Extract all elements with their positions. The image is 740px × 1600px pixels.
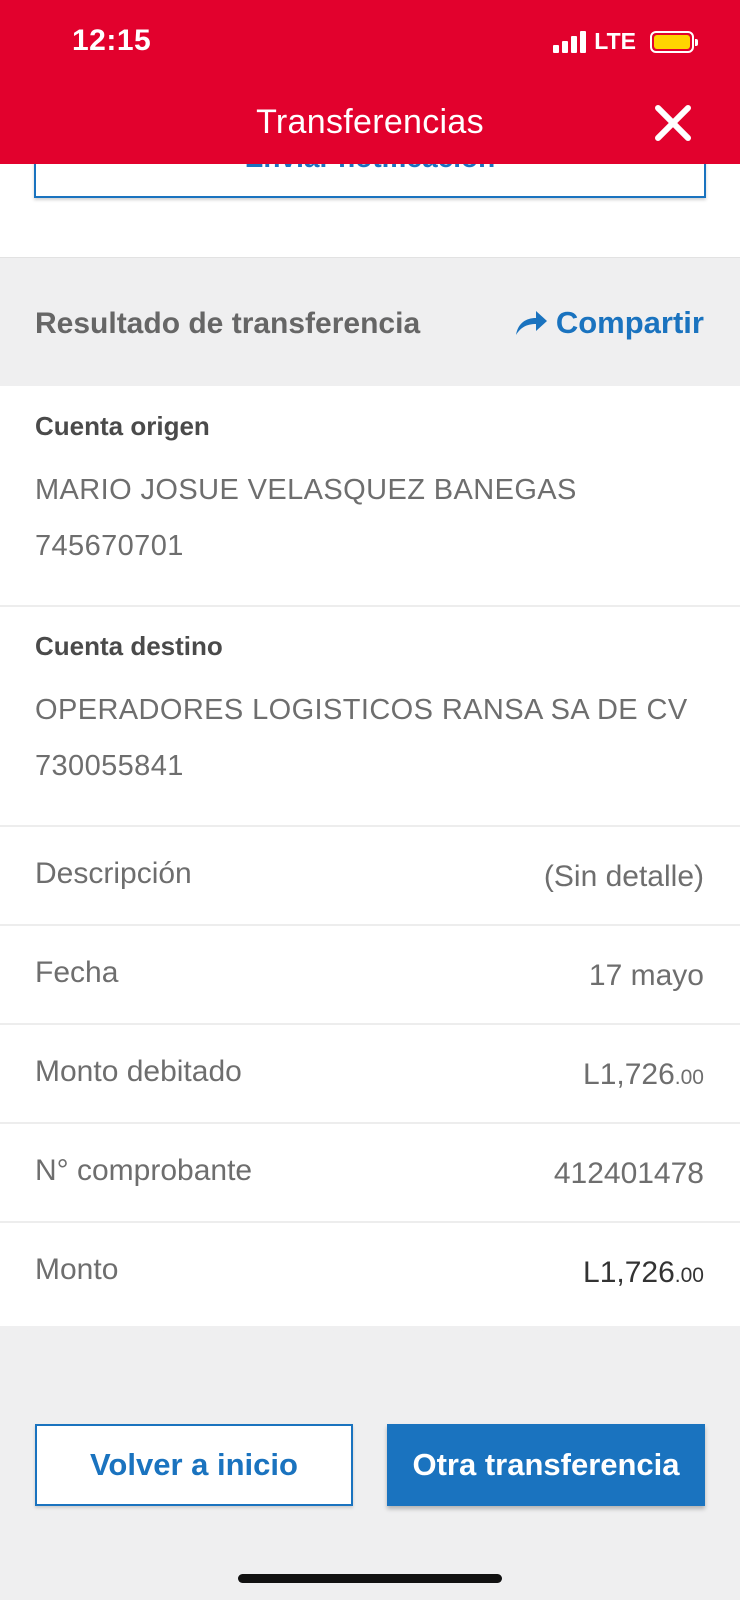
amount-main: L1,726: [583, 1256, 675, 1289]
transfer-receipt: Cuenta origen MARIO JOSUE VELASQUEZ BANE…: [0, 386, 740, 1326]
share-label: Compartir: [555, 305, 704, 340]
network-type: LTE: [594, 28, 636, 54]
status-indicators: LTE: [553, 28, 698, 55]
result-title: Resultado de transferencia: [35, 307, 421, 340]
destination-name: OPERADORES LOGISTICOS RANSA SA DE CV: [35, 694, 688, 726]
close-icon[interactable]: [654, 104, 692, 142]
signal-icon: [553, 30, 587, 53]
destination-label: Cuenta destino: [35, 631, 223, 661]
description-label: Descripción: [35, 857, 192, 890]
detail-row-description: Descripción (Sin detalle): [0, 827, 740, 926]
amount-cents: .00: [674, 1264, 704, 1287]
date-label: Fecha: [35, 956, 119, 989]
another-transfer-button[interactable]: Otra transferencia: [387, 1424, 705, 1506]
app-header: 12:15 LTE Transferencias: [0, 0, 740, 164]
destination-account-block: Cuenta destino OPERADORES LOGISTICOS RAN…: [0, 607, 740, 827]
debited-amount-cents: .00: [674, 1066, 704, 1089]
battery-icon: [650, 30, 698, 53]
back-to-home-button[interactable]: Volver a inicio: [35, 1424, 353, 1506]
destination-number: 730055841: [35, 750, 184, 782]
debited-amount-main: L1,726: [583, 1058, 675, 1091]
share-button[interactable]: Compartir: [514, 305, 704, 341]
result-header: Resultado de transferencia Compartir: [0, 259, 740, 386]
amount-value: L1,726.00: [583, 1256, 704, 1290]
detail-row-date: Fecha 17 mayo: [0, 926, 740, 1025]
amount-label: Monto: [35, 1253, 119, 1286]
origin-name: MARIO JOSUE VELASQUEZ BANEGAS: [35, 474, 577, 506]
receipt-number-label: N° comprobante: [35, 1154, 253, 1187]
origin-account-block: Cuenta origen MARIO JOSUE VELASQUEZ BANE…: [0, 386, 740, 607]
page-title: Transferencias: [256, 103, 484, 141]
receipt-number-value: 412401478: [553, 1157, 704, 1190]
origin-number: 745670701: [35, 530, 184, 562]
detail-row-amount: Monto L1,726.00: [0, 1223, 740, 1322]
detail-row-debited-amount: Monto debitado L1,726.00: [0, 1025, 740, 1124]
detail-row-receipt-number: N° comprobante 412401478: [0, 1124, 740, 1223]
date-value: 17 mayo: [588, 959, 704, 992]
origin-label: Cuenta origen: [35, 411, 210, 441]
receipt-torn-edge: [0, 1326, 740, 1340]
status-time: 12:15: [72, 24, 152, 57]
home-indicator: [238, 1574, 502, 1583]
description-value: (Sin detalle): [543, 860, 704, 893]
debited-amount-label: Monto debitado: [35, 1055, 242, 1088]
debited-amount-value: L1,726.00: [583, 1058, 704, 1092]
share-arrow-icon: [515, 311, 547, 335]
